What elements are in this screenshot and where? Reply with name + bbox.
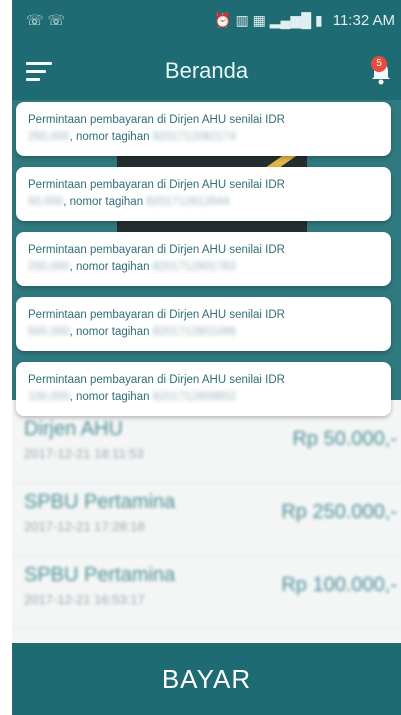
transaction-amount: Rp 50.000,- xyxy=(292,428,397,450)
notification-count-badge: 5 xyxy=(371,56,387,72)
merchant-name: SPBU Pertamina xyxy=(24,491,176,513)
notification-card[interactable]: Permintaan pembayaran di Dirjen AHU seni… xyxy=(16,102,391,156)
status-icons: ⏰ ▥ ▦ ▂▄▆█ ▮ xyxy=(214,12,323,28)
page-title: Beranda xyxy=(164,58,249,83)
notification-tail: , nomor tagihan xyxy=(69,131,150,143)
notification-tail: , nomor tagihan xyxy=(69,391,150,403)
notification-text: Permintaan pembayaran di Dirjen AHU seni… xyxy=(28,114,285,126)
clock: 11:32 AM xyxy=(332,12,395,29)
notification-card[interactable]: Permintaan pembayaran di Dirjen AHU seni… xyxy=(16,362,391,416)
notification-text: Permintaan pembayaran di Dirjen AHU seni… xyxy=(28,374,285,386)
notification-card[interactable]: Permintaan pembayaran di Dirjen AHU seni… xyxy=(16,297,391,351)
notification-tail: , nomor tagihan xyxy=(69,261,150,273)
transaction-list: Dirjen AHU 2017-12-21 18:11:53 Rp 50.000… xyxy=(12,410,401,629)
amount-blurred: 100,000 xyxy=(28,391,70,403)
invoice-blurred: 8201712812644 xyxy=(146,196,230,208)
transaction-amount: Rp 100.000,- xyxy=(281,574,397,596)
transaction-row[interactable]: SPBU Pertamina 2017-12-21 16:53:17 Rp 10… xyxy=(12,556,401,629)
amount-blurred: 250,000 xyxy=(28,261,70,273)
invoice-blurred: 8201712801783 xyxy=(152,261,236,273)
transaction-date: 2017-12-21 17:28:18 xyxy=(24,519,145,534)
status-left-icons: ☏☏ xyxy=(26,12,70,28)
notification-text: Permintaan pembayaran di Dirjen AHU seni… xyxy=(28,309,285,321)
notification-text: Permintaan pembayaran di Dirjen AHU seni… xyxy=(28,179,285,191)
amount-blurred: 500,000 xyxy=(28,326,70,338)
invoice-blurred: 8201712082174 xyxy=(152,131,236,143)
merchant-name: SPBU Pertamina xyxy=(24,564,176,586)
notification-tail: , nomor tagihan xyxy=(69,326,150,338)
invoice-blurred: 8201712809852 xyxy=(152,391,236,403)
notification-tail: , nomor tagihan xyxy=(63,196,144,208)
transaction-date: 2017-12-21 16:53:17 xyxy=(24,592,145,607)
notification-card[interactable]: Permintaan pembayaran di Dirjen AHU seni… xyxy=(16,167,391,221)
amount-blurred: 250,000 xyxy=(28,131,70,143)
notification-list: Permintaan pembayaran di Dirjen AHU seni… xyxy=(16,102,391,427)
notification-text: Permintaan pembayaran di Dirjen AHU seni… xyxy=(28,244,285,256)
transaction-row[interactable]: SPBU Pertamina 2017-12-21 17:28:18 Rp 25… xyxy=(12,483,401,556)
transaction-amount: Rp 250.000,- xyxy=(281,501,397,523)
transaction-date: 2017-12-21 18:11:53 xyxy=(24,446,144,461)
amount-blurred: 50,000 xyxy=(28,196,64,208)
notification-bell-icon[interactable]: 5 xyxy=(369,56,393,86)
invoice-blurred: 8201712801096 xyxy=(152,326,236,338)
status-bar: ☏☏ ⏰ ▥ ▦ ▂▄▆█ ▮ 11:32 AM xyxy=(12,0,401,44)
pay-button[interactable]: BAYAR xyxy=(12,643,401,715)
notification-card[interactable]: Permintaan pembayaran di Dirjen AHU seni… xyxy=(16,232,391,286)
app-bar: Beranda 5 xyxy=(12,44,401,100)
